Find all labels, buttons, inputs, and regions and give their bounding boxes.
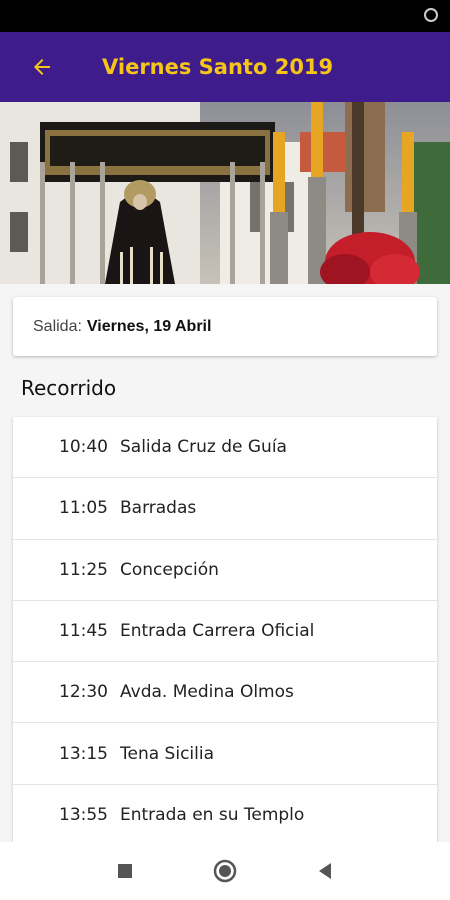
route-time: 13:55 — [59, 804, 108, 825]
route-item: 13:55 Entrada en su Templo — [13, 785, 437, 842]
departure-card: Salida: Viernes, 19 Abril — [13, 297, 437, 356]
route-item: 10:40 Salida Cruz de Guía — [13, 417, 437, 479]
route-place: Entrada Carrera Oficial — [120, 621, 315, 642]
home-button[interactable] — [210, 856, 240, 886]
route-place: Concepción — [120, 559, 219, 580]
hero-image — [0, 102, 450, 284]
route-list: 10:40 Salida Cruz de Guía 11:05 Barradas… — [13, 417, 437, 842]
triangle-back-icon — [319, 863, 331, 879]
route-item: 11:25 Concepción — [13, 540, 437, 601]
route-time: 11:25 — [59, 559, 108, 580]
route-time: 12:30 — [59, 682, 108, 703]
system-nav-bar — [0, 842, 450, 900]
notification-icon — [424, 8, 438, 22]
route-time: 11:05 — [59, 498, 108, 519]
route-time: 13:15 — [59, 743, 108, 764]
recents-button[interactable] — [110, 856, 140, 886]
circle-home-icon — [213, 859, 237, 883]
route-item: 12:30 Avda. Medina Olmos — [13, 662, 437, 724]
route-time: 10:40 — [59, 437, 108, 458]
system-back-button[interactable] — [310, 856, 340, 886]
route-item: 11:45 Entrada Carrera Oficial — [13, 601, 437, 663]
route-place: Tena Sicilia — [120, 743, 214, 764]
route-time: 11:45 — [59, 621, 108, 642]
route-place: Entrada en su Templo — [120, 804, 305, 825]
route-item: 13:15 Tena Sicilia — [13, 723, 437, 785]
square-recents-icon — [118, 864, 132, 878]
arrow-left-icon — [34, 59, 50, 75]
route-place: Barradas — [120, 498, 197, 519]
route-section-title: Recorrido — [21, 376, 117, 400]
status-bar — [0, 0, 450, 32]
back-button[interactable] — [12, 32, 72, 102]
departure-label: Salida: — [33, 317, 82, 335]
departure-value: Viernes, 19 Abril — [86, 317, 212, 335]
app-bar: Viernes Santo 2019 — [0, 32, 450, 102]
page-title: Viernes Santo 2019 — [102, 55, 334, 79]
route-item: 11:05 Barradas — [13, 478, 437, 540]
route-place: Salida Cruz de Guía — [120, 437, 287, 458]
route-place: Avda. Medina Olmos — [120, 682, 294, 703]
